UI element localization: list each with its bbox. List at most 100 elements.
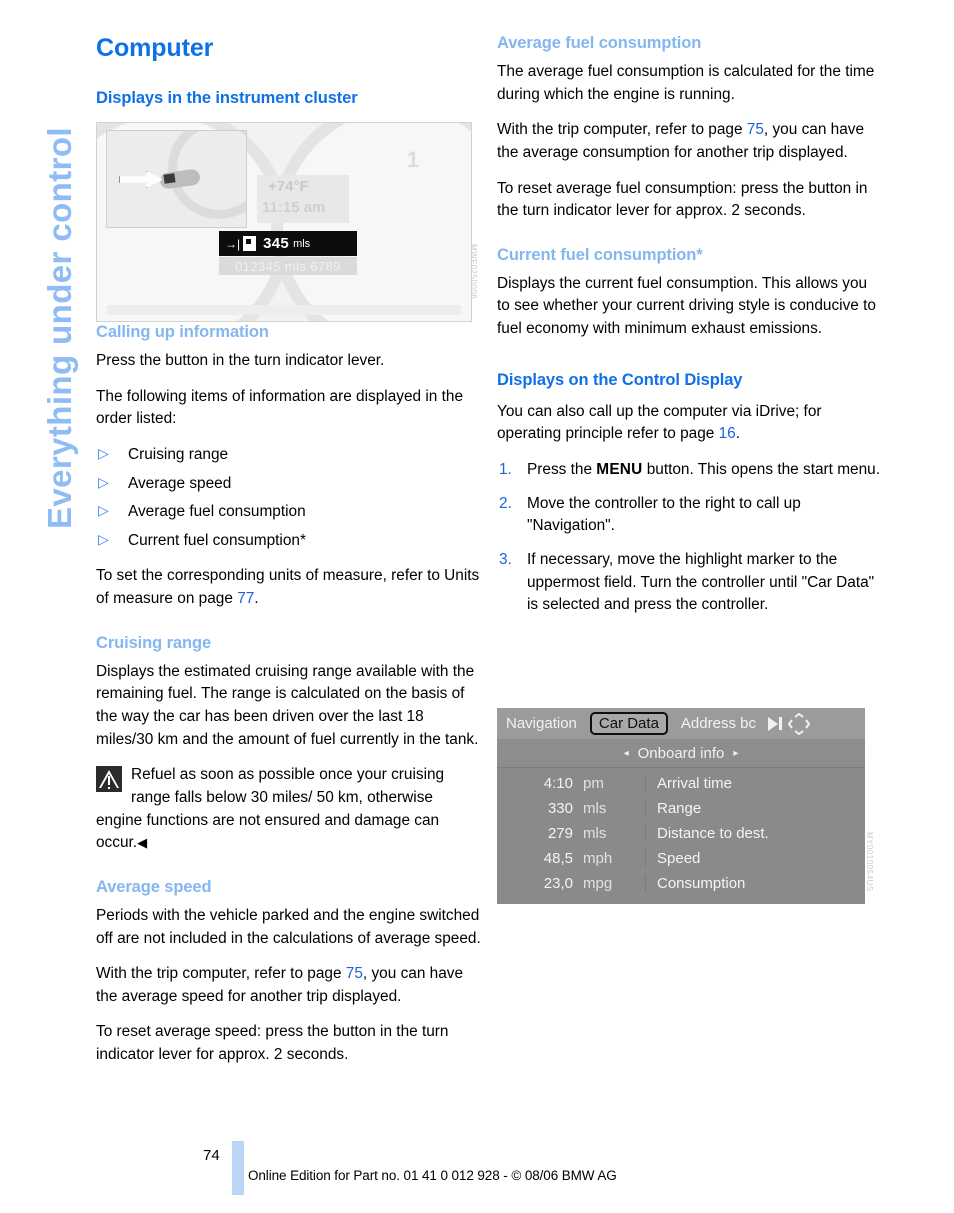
page-footer: 74 Online Edition for Part no. 01 41 0 0… bbox=[0, 1141, 954, 1213]
warning-triangle-icon bbox=[96, 766, 122, 793]
row-label: Speed bbox=[645, 850, 865, 867]
table-row: 279 mls Distance to dest. bbox=[497, 821, 865, 846]
side-tab-label: Everything under control bbox=[41, 127, 78, 529]
list-item: ▷ Average fuel consumption bbox=[96, 501, 481, 524]
page-link-77[interactable]: 77 bbox=[237, 590, 254, 607]
list-item: ▷ Average speed bbox=[96, 473, 481, 496]
step-text: Move the controller to the right to call… bbox=[527, 494, 801, 535]
current-fuel-paragraph: Displays the current fuel consumption. T… bbox=[497, 274, 876, 338]
cruising-range-paragraph: Displays the estimated cruising range av… bbox=[96, 662, 479, 748]
tab-car-data[interactable]: Car Data bbox=[589, 712, 668, 735]
row-unit: pm bbox=[583, 775, 604, 792]
footer-accent-bar bbox=[232, 1141, 244, 1195]
list-item-label: Average fuel consumption bbox=[128, 503, 306, 521]
heading-calling-up-information: Calling up information bbox=[96, 323, 269, 341]
exclamation-mark bbox=[108, 776, 110, 790]
average-fuel-paragraph-3: To reset average fuel consumption: press… bbox=[497, 179, 868, 220]
page-link-75-right[interactable]: 75 bbox=[747, 121, 764, 138]
control-display-paragraph: You can also call up the computer via iD… bbox=[497, 401, 882, 446]
heading-cruising-range: Cruising range bbox=[96, 633, 212, 652]
row-unit: mpg bbox=[583, 875, 613, 892]
menu-button-label: MENU bbox=[596, 461, 643, 479]
units-text-after: . bbox=[254, 590, 259, 608]
odometer-readout: 012345 mls 6789 bbox=[219, 257, 357, 275]
cd-text-after: . bbox=[735, 425, 740, 443]
row-unit: mls bbox=[583, 800, 607, 817]
average-speed-paragraph-3: To reset average speed: press the button… bbox=[96, 1023, 449, 1064]
avg-speed-text-before: With the trip computer, refer to page bbox=[96, 965, 346, 983]
tab-navigation[interactable]: Navigation bbox=[497, 715, 586, 732]
step-text-before: Press the bbox=[527, 461, 597, 479]
press-arrow-icon bbox=[119, 171, 163, 188]
tab-address-book[interactable]: Address bc bbox=[672, 715, 765, 732]
triangle-bullet-icon: ▷ bbox=[98, 473, 109, 490]
heading-average-fuel-consumption: Average fuel consumption bbox=[497, 34, 702, 52]
row-unit: mls bbox=[583, 825, 607, 842]
control-display-steps: 1. Press the MENU button. This opens the … bbox=[497, 459, 882, 617]
footer-imprint: Online Edition for Part no. 01 41 0 012 … bbox=[248, 1168, 617, 1183]
tab-bar-divider bbox=[778, 717, 782, 730]
turn-indicator-lever-inset bbox=[106, 130, 247, 228]
right-column: Average fuel consumption The average fue… bbox=[497, 34, 882, 628]
range-unit: mls bbox=[293, 237, 311, 250]
range-value: 345 bbox=[263, 235, 290, 252]
stalk-button bbox=[163, 173, 176, 184]
row-value: 48,5 bbox=[543, 850, 573, 867]
step-text: If necessary, move the highlight marker … bbox=[527, 550, 875, 614]
figure-control-display: Navigation Car Data Address bc ◂ Onboard… bbox=[497, 708, 865, 904]
warning-block: Refuel as soon as possible once your cru… bbox=[96, 764, 481, 855]
side-tab: Everything under control bbox=[0, 0, 92, 560]
list-item: ▷ Cruising range bbox=[96, 444, 481, 467]
list-item: ▷ Current fuel consumption* bbox=[96, 530, 481, 553]
information-items-list: ▷ Cruising range ▷ Average speed ▷ Average … bbox=[96, 444, 481, 553]
page-link-75-left[interactable]: 75 bbox=[346, 965, 363, 982]
table-row: 23,0 mpg Consumption bbox=[497, 871, 865, 896]
subheader-label: Onboard info bbox=[637, 744, 725, 762]
calling-up-paragraph-2: The following items of information are d… bbox=[96, 387, 464, 428]
table-row: 330 mls Range bbox=[497, 796, 865, 821]
range-arrow-icon: →| bbox=[225, 236, 241, 251]
average-fuel-paragraph-1: The average fuel consumption is calculat… bbox=[497, 63, 875, 103]
average-speed-paragraph-1: Periods with the vehicle parked and the … bbox=[96, 906, 481, 947]
calling-up-paragraph-1: Press the button in the turn indicator l… bbox=[96, 352, 385, 369]
step-number: 3. bbox=[499, 550, 512, 568]
heading-control-display: Displays on the Control Display bbox=[497, 370, 743, 389]
row-label: Range bbox=[645, 800, 865, 817]
left-arrow-icon[interactable]: ◂ bbox=[624, 748, 629, 759]
list-item: 1. Press the MENU button. This opens the … bbox=[497, 459, 882, 482]
triangle-bullet-icon: ▷ bbox=[98, 530, 109, 547]
heading-current-fuel-consumption: Current fuel consumption* bbox=[497, 245, 703, 264]
onboard-info-table: 4:10 pm Arrival time 330 mls Range 279 m… bbox=[497, 768, 865, 896]
right-arrow-icon[interactable]: ▸ bbox=[733, 748, 738, 759]
page-number: 74 bbox=[203, 1147, 220, 1164]
next-arrow-icon[interactable] bbox=[767, 716, 778, 731]
list-item-label: Cruising range bbox=[128, 445, 229, 463]
row-value: 4:10 bbox=[543, 775, 573, 792]
row-label: Arrival time bbox=[645, 775, 865, 792]
row-label: Consumption bbox=[645, 875, 865, 892]
four-way-navigation-icon[interactable] bbox=[787, 712, 810, 735]
page-link-16[interactable]: 16 bbox=[719, 425, 736, 442]
figure-code-idrive: MY0010054US bbox=[865, 832, 874, 892]
step-text-after: button. This opens the start menu. bbox=[642, 461, 880, 479]
figure-code-cluster: MWF0250006 bbox=[469, 244, 478, 300]
units-text-before: To set the corresponding units of measur… bbox=[96, 567, 480, 608]
units-of-measure-paragraph: To set the corresponding units of measur… bbox=[96, 565, 481, 610]
figure-instrument-cluster: 1 +74°F 11:15 am →| 345 mls 012345 mls 6… bbox=[96, 122, 472, 322]
list-item-label: Current fuel consumption* bbox=[128, 531, 306, 549]
warning-text: Refuel as soon as possible once your cru… bbox=[96, 766, 445, 852]
temperature-clock-field: +74°F 11:15 am bbox=[257, 175, 349, 223]
avg-fuel-text-before: With the trip computer, refer to page bbox=[497, 121, 747, 139]
heading-instrument-cluster: Displays in the instrument cluster bbox=[96, 89, 358, 107]
page-title: Computer bbox=[96, 34, 214, 62]
cd-text-before: You can also call up the computer via iD… bbox=[497, 402, 822, 443]
step-number: 1. bbox=[499, 461, 512, 479]
cluster-base bbox=[107, 305, 461, 315]
list-item: 2. Move the controller to the right to ca… bbox=[497, 493, 882, 538]
row-label: Distance to dest. bbox=[645, 825, 865, 842]
row-value: 279 bbox=[547, 825, 573, 842]
section-end-marker: ◀ bbox=[137, 835, 148, 851]
triangle-bullet-icon: ▷ bbox=[98, 502, 109, 519]
outside-temperature: +74°F bbox=[268, 178, 309, 195]
average-fuel-paragraph-2: With the trip computer, refer to page 75… bbox=[497, 119, 882, 164]
